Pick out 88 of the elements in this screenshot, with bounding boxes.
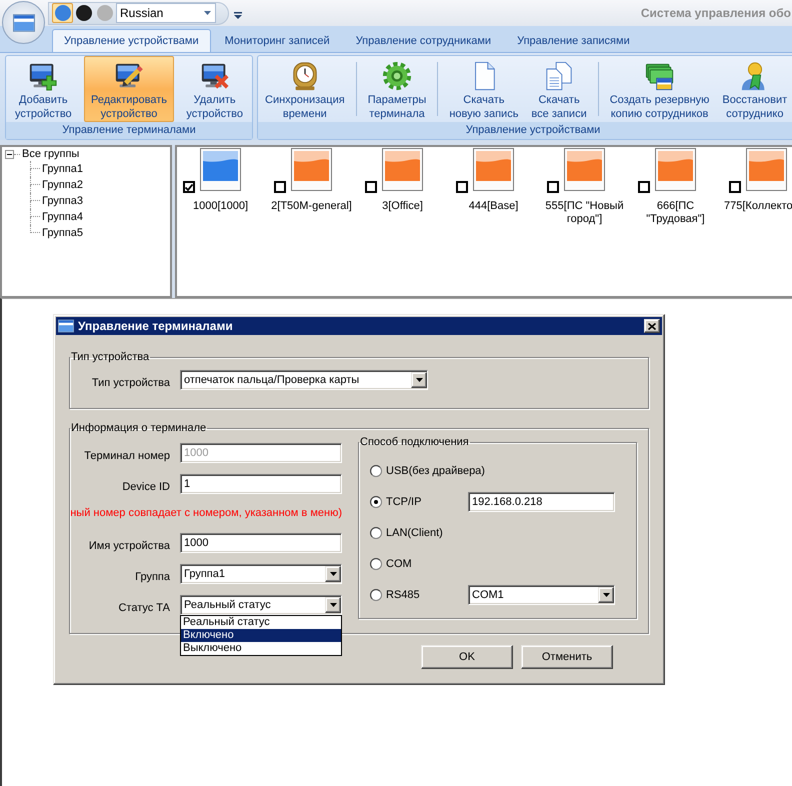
text-field[interactable]: 192.168.0.218 bbox=[468, 492, 615, 512]
radio-label[interactable]: USB(без драйвера) bbox=[386, 464, 485, 478]
dropdown-field[interactable]: Реальный статус bbox=[180, 595, 342, 615]
ribbon-button[interactable]: Создать резервную копию сотрудников bbox=[604, 56, 714, 122]
monitor-plus-icon bbox=[27, 61, 60, 91]
radio-label[interactable]: LAN(Client) bbox=[386, 526, 468, 540]
checkbox[interactable] bbox=[638, 181, 650, 193]
group-legend: Тип устройства bbox=[70, 350, 150, 364]
device-label[interactable]: 555[ПС "Новый город"] bbox=[540, 200, 628, 226]
dropdown-field[interactable]: COM1 bbox=[468, 585, 615, 605]
dropdown-field[interactable]: отпечаток пальца/Проверка карты bbox=[180, 370, 428, 390]
customize-caret-icon[interactable] bbox=[234, 12, 242, 18]
tree-item[interactable]: Группа3 bbox=[42, 194, 83, 208]
device-label[interactable]: 666[ПС "Трудовая"] bbox=[632, 200, 720, 226]
radio-button[interactable] bbox=[370, 496, 382, 508]
device-tile-icon[interactable] bbox=[564, 148, 605, 191]
ribbon-button[interactable]: Параметры терминала bbox=[362, 56, 432, 122]
device-tile-icon[interactable] bbox=[655, 148, 696, 191]
dropdown-option[interactable]: Реальный статус bbox=[181, 616, 341, 629]
radio-label[interactable]: COM bbox=[386, 557, 468, 571]
radio-button[interactable] bbox=[370, 558, 382, 570]
ribbon-button[interactable]: Скачать новую запись bbox=[444, 56, 524, 122]
text-field[interactable]: 1 bbox=[180, 474, 342, 494]
ribbon-button[interactable]: Восстановит сотруднико bbox=[717, 56, 792, 122]
device-tile-icon[interactable] bbox=[746, 148, 787, 191]
field-label: Статус ТА bbox=[117, 601, 171, 615]
dropdown-option[interactable]: Выключено bbox=[181, 642, 341, 655]
device-label[interactable]: 444[Base] bbox=[468, 200, 518, 213]
device-label[interactable]: 1000[1000] bbox=[192, 200, 248, 213]
dropdown-option[interactable]: Включено bbox=[181, 629, 341, 642]
device-tile-icon[interactable] bbox=[382, 148, 423, 191]
group-label: Управление устройствами bbox=[258, 122, 792, 139]
radio-label[interactable]: TCP/IP bbox=[386, 495, 468, 509]
group-legend: Способ подключения bbox=[359, 435, 470, 449]
caret-icon bbox=[204, 11, 211, 15]
dialog-title: Управление терминалами bbox=[78, 318, 233, 335]
device-tile-icon[interactable] bbox=[200, 148, 241, 191]
device-label[interactable]: 2[T50M-general] bbox=[271, 200, 352, 213]
dialog-button[interactable]: Отменить bbox=[521, 645, 613, 669]
checkbox[interactable] bbox=[547, 181, 559, 193]
device-label[interactable]: 3[Office] bbox=[382, 200, 423, 213]
window-icon bbox=[58, 319, 74, 333]
radio-button[interactable] bbox=[370, 527, 382, 539]
dropdown-field[interactable]: Группа1 bbox=[180, 564, 342, 584]
gear-icon bbox=[381, 61, 413, 91]
text-field[interactable]: 1000 bbox=[180, 533, 342, 553]
collapse-icon[interactable] bbox=[5, 150, 14, 158]
checkbox[interactable] bbox=[274, 181, 286, 193]
field-label: Device ID bbox=[121, 480, 171, 494]
group-legend: Информация о терминале bbox=[70, 421, 208, 435]
close-button[interactable] bbox=[644, 319, 660, 333]
field-label: Тип устройства bbox=[90, 376, 171, 390]
radio-button[interactable] bbox=[370, 589, 382, 601]
tree-item[interactable]: Все группы bbox=[22, 148, 80, 160]
ribbon-button[interactable]: Синхронизация времени bbox=[260, 56, 350, 122]
ribbon-tab[interactable]: Управление записями bbox=[505, 29, 642, 52]
device-label[interactable]: 775[Коллекто bbox=[721, 200, 792, 213]
tree-item[interactable]: Группа1 bbox=[42, 162, 83, 176]
checkbox[interactable] bbox=[729, 181, 741, 193]
ribbon-tab[interactable]: Управление устройствами bbox=[52, 29, 211, 52]
ribbon-tab[interactable]: Управление сотрудниками bbox=[344, 29, 504, 52]
cards-icon bbox=[644, 61, 676, 91]
hint-text: ный номер совпадает с номером, указанном в меню) bbox=[70, 506, 342, 520]
tree-item[interactable]: Группа2 bbox=[42, 178, 83, 192]
radio-button[interactable] bbox=[370, 465, 382, 477]
tree-item[interactable]: Группа4 bbox=[42, 210, 83, 224]
ribbon-tab[interactable]: Мониторинг записей bbox=[212, 29, 342, 52]
device-tile-icon[interactable] bbox=[291, 148, 332, 191]
ribbon-button[interactable]: Удалить устройство bbox=[179, 56, 250, 122]
field-label: Терминал номер bbox=[83, 449, 171, 463]
checkbox[interactable] bbox=[183, 181, 195, 193]
field-label: Группа bbox=[134, 570, 171, 584]
app-title: Система управления обо bbox=[640, 5, 792, 22]
device-tile-icon[interactable] bbox=[473, 148, 514, 191]
checkbox[interactable] bbox=[456, 181, 468, 193]
checkmark-icon bbox=[185, 184, 193, 190]
radio-label[interactable]: RS485 bbox=[386, 588, 468, 602]
tree-item[interactable]: Группа5 bbox=[42, 226, 83, 240]
close-icon bbox=[648, 322, 656, 330]
ribbon-button[interactable]: Добавить устройство bbox=[8, 56, 79, 122]
dialog-button[interactable]: OK bbox=[421, 645, 513, 669]
group-label: Управление терминалами bbox=[6, 122, 252, 139]
checkbox[interactable] bbox=[365, 181, 377, 193]
language-dropdown[interactable]: Russian bbox=[116, 3, 216, 23]
ribbon-button[interactable]: Скачать все записи bbox=[526, 56, 592, 122]
field-label: Имя устройства bbox=[88, 539, 171, 553]
window-icon bbox=[12, 14, 34, 32]
ribbon-button[interactable]: Редактировать устройство bbox=[84, 56, 174, 122]
